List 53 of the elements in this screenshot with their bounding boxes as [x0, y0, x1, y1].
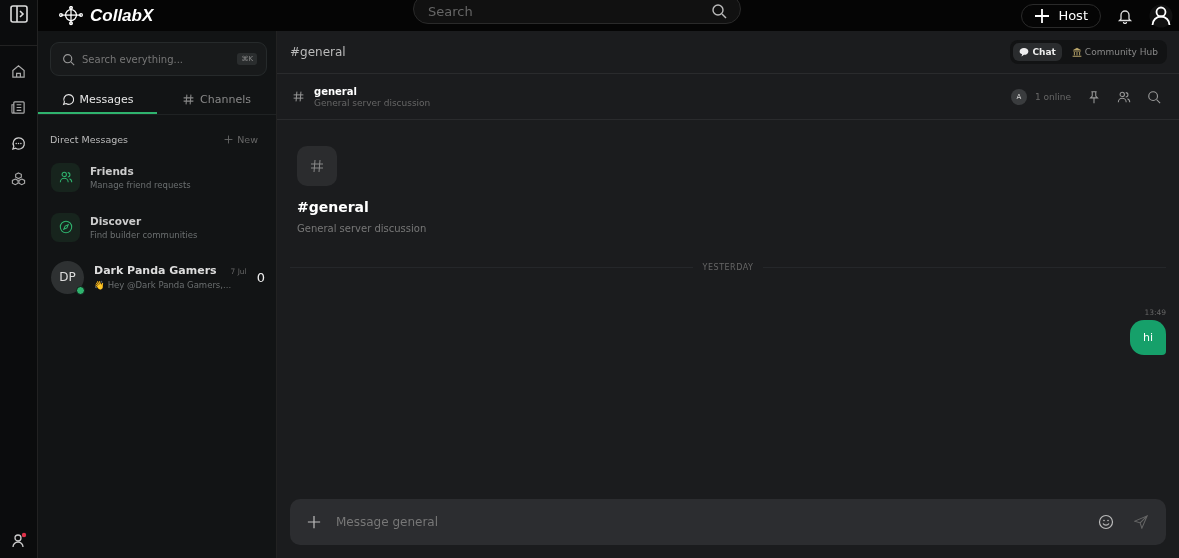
avatar: DP — [51, 260, 84, 294]
message-bubble: hi — [1129, 320, 1166, 355]
intro-description: General server discussion — [297, 223, 428, 234]
profile-icon[interactable] — [1149, 3, 1173, 28]
people-icon[interactable] — [1117, 89, 1131, 104]
chat-icon — [1019, 47, 1030, 57]
channel-title: #general — [290, 45, 346, 59]
people-icon — [58, 170, 73, 184]
search-icon — [711, 3, 727, 19]
sidebar-item[interactable]: Discover Find builder communities — [38, 202, 276, 252]
sidebar-toggle-icon[interactable] — [8, 4, 29, 24]
user-alert-icon[interactable] — [10, 532, 27, 548]
pin-icon[interactable] — [1087, 89, 1101, 104]
compass-icon — [58, 220, 73, 234]
chat-icon — [61, 93, 75, 106]
intro-title: #general — [297, 199, 370, 215]
message-field[interactable]: Message general — [290, 499, 1166, 545]
sidebar-tab[interactable]: Channels — [157, 88, 276, 114]
building-icon — [1071, 47, 1082, 57]
view-tab[interactable]: Chat — [1013, 43, 1062, 61]
home-icon[interactable] — [11, 64, 26, 79]
item-title: Discover — [90, 214, 143, 227]
search-icon — [62, 53, 75, 66]
item-subtitle: Manage friend requests — [90, 179, 192, 190]
channel-name: general — [314, 85, 358, 97]
date-divider: YESTERDAY — [702, 263, 754, 272]
channel-description: General server discussion — [314, 97, 431, 108]
app-name: CollabX — [90, 5, 154, 26]
emoji-icon[interactable] — [1098, 514, 1114, 530]
view-tab[interactable]: Community Hub — [1065, 43, 1164, 61]
plus-icon[interactable] — [307, 515, 321, 529]
sidebar-item[interactable]: Friends Manage friend requests — [38, 152, 276, 202]
hash-icon — [292, 90, 305, 103]
item-title: Friends — [90, 164, 135, 177]
contact-name: Dark Panda Gamers — [94, 264, 217, 277]
sidebar-tab[interactable]: Messages — [38, 88, 157, 114]
online-count: 1 online — [1034, 91, 1071, 102]
hash-icon — [182, 93, 196, 106]
logo-icon — [58, 5, 84, 26]
unread-count: 0 — [256, 269, 265, 285]
item-subtitle: Find builder communities — [90, 229, 199, 240]
channel-icon — [297, 146, 337, 186]
search-field[interactable]: Search — [413, 0, 741, 24]
plus-icon — [224, 135, 234, 144]
plus-icon — [1034, 7, 1051, 24]
search-icon[interactable] — [1147, 89, 1161, 104]
cubes-icon[interactable] — [11, 172, 26, 187]
host-button[interactable]: Host — [1021, 3, 1101, 28]
bell-icon[interactable] — [1117, 7, 1133, 24]
newspaper-icon[interactable] — [11, 100, 26, 115]
chat-icon[interactable] — [11, 136, 26, 151]
message-preview: 👋 Hey @Dark Panda Gamers,... — [94, 280, 233, 290]
section-title: Direct Messages — [50, 134, 129, 145]
